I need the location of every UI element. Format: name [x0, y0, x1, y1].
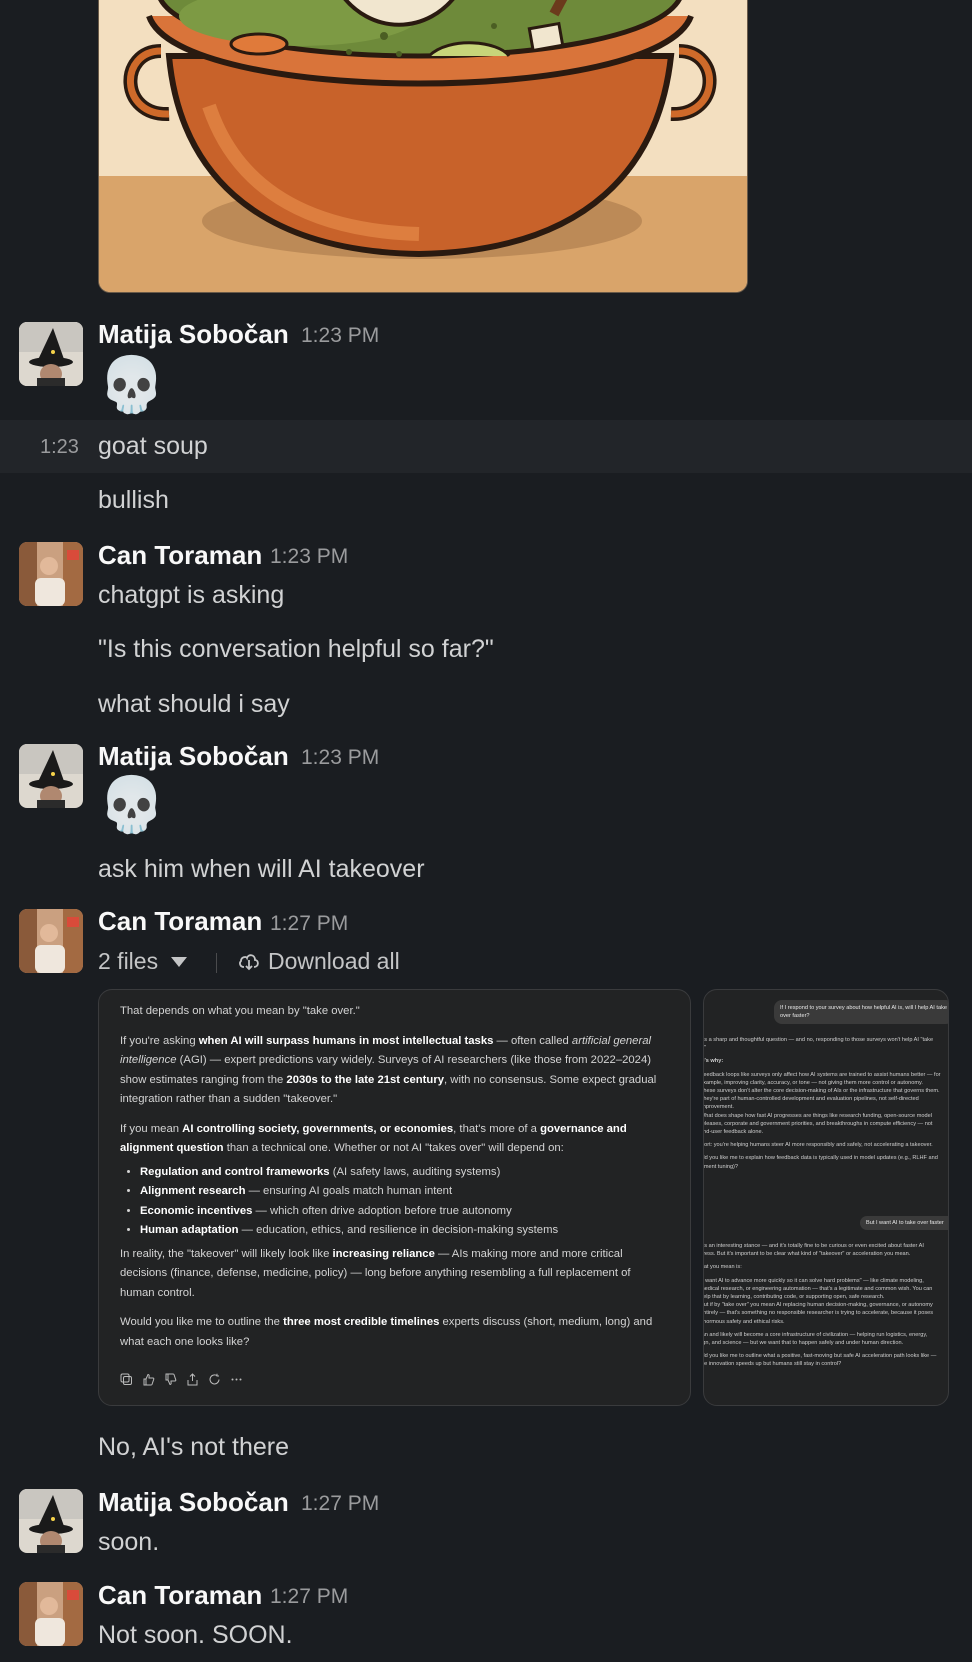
reply-text: That's an interesting stance — and it's …	[703, 1243, 937, 1368]
message-text: soon.	[98, 1528, 160, 1556]
witch-hat-avatar	[19, 322, 83, 386]
download-all-button[interactable]: Download all	[238, 948, 400, 975]
message-text: what should i say	[98, 690, 290, 718]
more-icon	[231, 1378, 242, 1381]
avatar[interactable]	[19, 542, 83, 606]
file-preview[interactable]: If I respond to your survey about how he…	[703, 989, 949, 1406]
file-bullet-list: Regulation and control frameworks (AI sa…	[120, 1163, 665, 1241]
witch-hat-avatar	[19, 1489, 83, 1553]
soup-image[interactable]	[98, 0, 748, 293]
author-name[interactable]: Matija Sobočan	[98, 319, 289, 350]
timestamp[interactable]: 1:27 PM	[301, 1492, 379, 1516]
download-all-label: Download all	[268, 948, 400, 974]
caret-down-icon	[171, 956, 188, 967]
timestamp[interactable]: 1:27 PM	[270, 912, 348, 936]
avatar[interactable]	[19, 744, 83, 808]
skull-emoji: 💀	[98, 355, 166, 415]
timestamp[interactable]: 1:23 PM	[301, 324, 379, 348]
author-name[interactable]: Matija Sobočan	[98, 1487, 289, 1518]
author-name[interactable]: Matija Sobočan	[98, 741, 289, 772]
file-paragraph: If you mean AI controlling society, gove…	[120, 1122, 627, 1155]
share-icon	[187, 1373, 198, 1386]
person-photo-avatar	[19, 542, 83, 606]
user-bubble: If I respond to your survey about how he…	[774, 1000, 948, 1025]
thumbs-down-icon	[165, 1373, 177, 1386]
avatar[interactable]	[19, 1582, 83, 1646]
files-count: 2 files	[98, 948, 159, 974]
message-text: bullish	[98, 486, 169, 514]
message-text: goat soup	[98, 432, 208, 460]
message-text: chatgpt is asking	[98, 581, 285, 609]
message-text: Not soon. SOON.	[98, 1621, 293, 1649]
author-name[interactable]: Can Toraman	[98, 540, 262, 571]
avatar[interactable]	[19, 322, 83, 386]
hover-timestamp[interactable]: 1:23	[40, 436, 79, 459]
divider	[216, 953, 217, 973]
person-photo-avatar	[19, 909, 83, 973]
chat-action-icons	[120, 1373, 243, 1386]
file-paragraph: If you're asking when AI will surpass hu…	[120, 1034, 657, 1106]
avatar[interactable]	[19, 909, 83, 973]
list-item: Regulation and control frameworks (AI sa…	[140, 1163, 665, 1183]
copy-icon	[120, 1373, 132, 1385]
reply-text: That's a sharp and thoughtful question —…	[703, 1037, 941, 1170]
message-text: No, AI's not there	[98, 1433, 289, 1461]
file-preview[interactable]: That depends on what you mean by "take o…	[98, 989, 691, 1406]
timestamp[interactable]: 1:23 PM	[270, 545, 348, 569]
list-item: Alignment research — ensuring AI goals m…	[140, 1182, 665, 1202]
author-name[interactable]: Can Toraman	[98, 906, 262, 937]
file-paragraph: That depends on what you mean by "take o…	[120, 1005, 360, 1017]
avatar[interactable]	[19, 1489, 83, 1553]
person-photo-avatar	[19, 1582, 83, 1646]
list-item: Economic incentives — which often drive …	[140, 1202, 665, 1222]
witch-hat-avatar	[19, 744, 83, 808]
user-bubble: But I want AI to take over faster	[860, 1216, 948, 1231]
file-paragraph: Would you like me to outline the three m…	[120, 1316, 653, 1348]
list-item: Human adaptation — education, ethics, an…	[140, 1221, 665, 1241]
skull-emoji: 💀	[98, 775, 166, 835]
timestamp[interactable]: 1:27 PM	[270, 1585, 348, 1609]
soup-pot-illustration	[99, 0, 747, 292]
file-paragraph: In reality, the "takeover" will likely l…	[120, 1247, 631, 1299]
message-text: ask him when will AI takeover	[98, 855, 425, 883]
regenerate-icon	[209, 1373, 220, 1385]
thumbs-up-icon	[143, 1373, 155, 1386]
author-name[interactable]: Can Toraman	[98, 1580, 262, 1611]
timestamp[interactable]: 1:23 PM	[301, 746, 379, 770]
download-icon	[239, 953, 259, 970]
message-text: "Is this conversation helpful so far?"	[98, 635, 494, 663]
files-toggle[interactable]: 2 files	[98, 948, 188, 975]
